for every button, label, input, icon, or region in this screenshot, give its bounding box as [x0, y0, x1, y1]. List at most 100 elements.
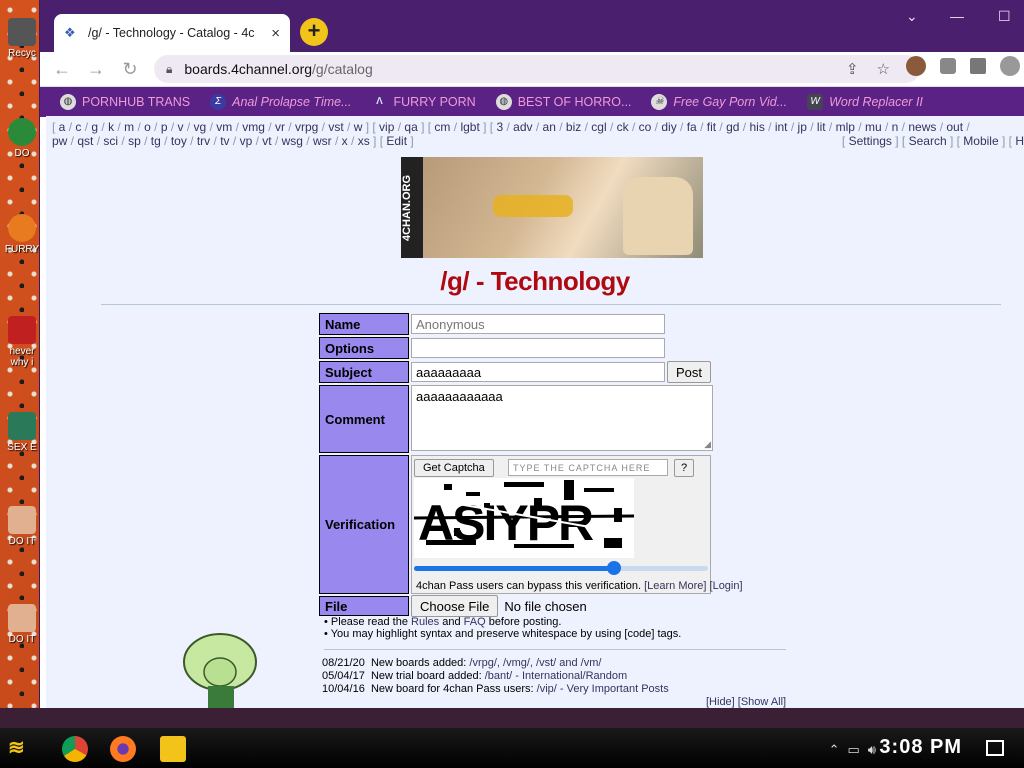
board-link[interactable]: vrpg — [295, 120, 318, 134]
bookmark-item[interactable]: ☠ Free Gay Porn Vid... — [651, 94, 787, 110]
start-button[interactable]: ≋ — [8, 735, 40, 763]
board-link[interactable]: H — [1015, 134, 1024, 148]
board-link[interactable]: co — [639, 120, 652, 134]
comment-textarea[interactable]: aaaaaaaaaaaa ◢ — [411, 385, 713, 451]
post-button[interactable]: Post — [667, 361, 712, 383]
board-link[interactable]: trv — [197, 134, 210, 148]
taskbar-clock[interactable]: 3:08 PM — [879, 736, 962, 759]
options-input[interactable] — [411, 338, 665, 358]
board-link[interactable]: cgl — [591, 120, 606, 134]
board-link[interactable]: lgbt — [460, 120, 479, 134]
browser-tab[interactable]: ❖ /g/ - Technology - Catalog - 4c × — [54, 14, 290, 52]
board-link[interactable]: vt — [262, 134, 271, 148]
board-link[interactable]: diy — [661, 120, 676, 134]
board-link[interactable]: vg — [194, 120, 207, 134]
forward-arrow-icon[interactable]: → — [84, 59, 108, 80]
share-star-icons[interactable]: ⇪☆ — [846, 60, 908, 78]
captcha-slider-handle[interactable] — [606, 561, 621, 575]
notification-icon[interactable] — [986, 740, 1004, 756]
desktop-icon-do-it-1[interactable]: DO IT — [2, 506, 42, 547]
board-link[interactable]: vm — [216, 120, 232, 134]
board-link[interactable]: an — [543, 120, 556, 134]
board-link[interactable]: Settings — [849, 134, 892, 148]
board-link[interactable]: jp — [798, 120, 807, 134]
board-link[interactable]: vp — [240, 134, 253, 148]
chevron-down-icon[interactable]: ⌄ — [906, 8, 918, 25]
minimize-icon[interactable]: — — [950, 8, 964, 24]
board-link[interactable]: tv — [220, 134, 229, 148]
board-link[interactable]: m — [124, 120, 134, 134]
chrome-taskbar-icon[interactable] — [62, 736, 88, 762]
subject-input[interactable]: aaaaaaaaa — [411, 362, 665, 382]
board-link[interactable]: Search — [909, 134, 947, 148]
maximize-icon[interactable]: ☐ — [998, 8, 1011, 25]
board-link[interactable]: xs — [358, 134, 370, 148]
bookmark-item[interactable]: Σ Anal Prolapse Time... — [210, 94, 352, 110]
board-link[interactable]: sci — [103, 134, 118, 148]
board-link[interactable]: fa — [687, 120, 697, 134]
board-link[interactable]: adv — [513, 120, 532, 134]
board-link[interactable]: cm — [434, 120, 450, 134]
profile-avatar-icon[interactable] — [906, 56, 926, 76]
login-link[interactable]: [Login] — [710, 580, 743, 592]
board-link[interactable]: Mobile — [963, 134, 998, 148]
account-icon[interactable] — [1000, 56, 1020, 76]
news-link[interactable]: /vrpg/, /vmg/, /vst/ and /vm/ — [469, 657, 601, 669]
board-link[interactable]: mlp — [836, 120, 855, 134]
address-bar[interactable]: 🔒︎ boards.4channel.org/g/catalog ⇪☆ — [154, 55, 920, 83]
side-panel-icon[interactable] — [970, 58, 986, 74]
captcha-slider[interactable] — [414, 561, 708, 575]
desktop-icon-firefox[interactable]: FURRY — [2, 214, 42, 255]
new-tab-button[interactable]: + — [300, 18, 328, 46]
board-link[interactable]: his — [749, 120, 764, 134]
bookmark-item[interactable]: W Word Replacer II — [807, 94, 923, 110]
reload-icon[interactable]: ↻ — [118, 59, 142, 80]
board-link[interactable]: wsg — [282, 134, 303, 148]
board-link[interactable]: wsr — [313, 134, 332, 148]
board-link[interactable]: lit — [817, 120, 826, 134]
desktop-icon-sex[interactable]: SEX E — [2, 412, 42, 453]
board-link[interactable]: news — [908, 120, 936, 134]
board-link[interactable]: sp — [128, 134, 141, 148]
desktop-icon-recycle-bin[interactable]: Recyc — [2, 18, 42, 59]
board-link[interactable]: p — [161, 120, 168, 134]
board-link[interactable]: vmg — [242, 120, 265, 134]
desktop-icon-do-it-2[interactable]: DO IT — [2, 604, 42, 645]
resize-handle-icon[interactable]: ◢ — [704, 439, 711, 450]
system-tray-icons[interactable]: ⌃▭🔊︎ — [829, 742, 884, 758]
board-link[interactable]: biz — [566, 120, 581, 134]
board-link[interactable]: Edit — [386, 134, 407, 148]
board-link[interactable]: vr — [275, 120, 285, 134]
captcha-help-button[interactable]: ? — [674, 459, 695, 477]
board-link[interactable]: qst — [77, 134, 93, 148]
board-link[interactable]: pw — [52, 134, 67, 148]
board-link[interactable]: fit — [707, 120, 716, 134]
desktop-icon-chrome[interactable]: DO — [2, 118, 42, 159]
board-link[interactable]: out — [946, 120, 963, 134]
desktop-mascot[interactable] — [178, 632, 268, 712]
firefox-taskbar-icon[interactable] — [110, 736, 136, 762]
choose-file-button[interactable]: Choose File — [411, 595, 499, 617]
board-link[interactable]: tg — [151, 134, 161, 148]
extensions-icon[interactable] — [940, 58, 956, 74]
hide-show-links[interactable]: [Hide] [Show All] — [706, 696, 786, 708]
rules-link[interactable]: Rules — [411, 616, 439, 628]
file-explorer-icon[interactable] — [160, 736, 186, 762]
board-link[interactable]: mu — [865, 120, 882, 134]
learn-more-link[interactable]: [Learn More] — [644, 580, 706, 592]
news-link[interactable]: /bant/ - International/Random — [485, 670, 627, 682]
get-captcha-button[interactable]: Get Captcha — [414, 459, 494, 477]
name-input[interactable]: Anonymous — [411, 314, 665, 334]
faq-link[interactable]: FAQ — [464, 616, 486, 628]
close-tab-icon[interactable]: × — [271, 25, 280, 42]
back-arrow-icon[interactable]: ← — [50, 59, 74, 80]
board-link[interactable]: ck — [617, 120, 629, 134]
captcha-input[interactable]: TYPE THE CAPTCHA HERE — [508, 459, 668, 476]
bookmark-item[interactable]: ◍ PORNHUB TRANS — [60, 94, 190, 110]
board-link[interactable]: toy — [171, 134, 187, 148]
board-link[interactable]: qa — [404, 120, 417, 134]
bookmark-item[interactable]: ◍ BEST OF HORRO... — [495, 94, 631, 110]
bookmark-item[interactable]: Λ FURRY PORN — [372, 94, 476, 110]
board-link[interactable]: gd — [726, 120, 739, 134]
desktop-icon-never[interactable]: never why i — [2, 316, 42, 368]
